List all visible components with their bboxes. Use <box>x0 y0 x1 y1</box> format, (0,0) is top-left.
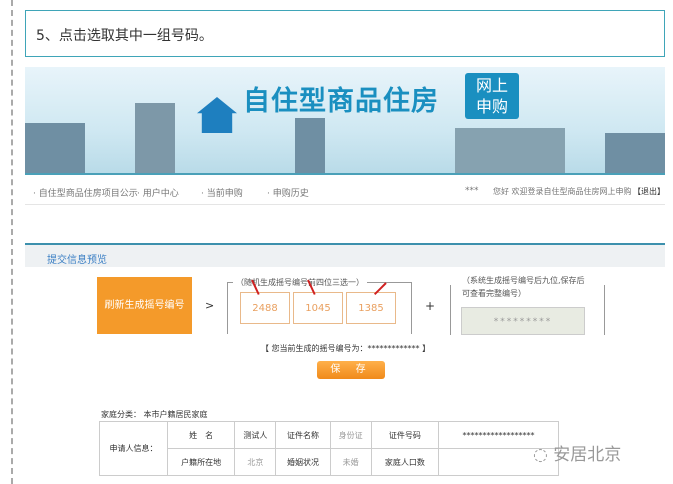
applicant-table: 申请人信息： 姓 名 测试人 证件名称 身份证 证件号码 ***********… <box>99 421 559 476</box>
nav-item-projects[interactable]: · 自住型商品住房项目公示 <box>33 186 138 199</box>
table-row: 户籍所在地 北京 婚姻状况 未婚 家庭人口数 <box>100 448 559 476</box>
nav-bar: · 自住型商品住房项目公示 · 用户中心 · 当前申购 · 申购历史 *** 您… <box>25 177 665 205</box>
nav-item-history[interactable]: · 申购历史 <box>267 186 309 199</box>
nav-item-user-center[interactable]: · 用户中心 <box>137 186 179 199</box>
section-title: 提交信息预览 <box>25 245 665 267</box>
screenshot-panel: 自住型商品住房 网上 申购 · 自住型商品住房项目公示 · 用户中心 · 当前申购… <box>25 67 665 484</box>
table-row: 申请人信息： 姓 名 测试人 证件名称 身份证 证件号码 ***********… <box>99 421 559 476</box>
number-option[interactable]: 1385 <box>346 292 396 324</box>
banner-title: 自住型商品住房 <box>243 86 439 117</box>
banner: 自住型商品住房 网上 申购 <box>25 67 665 175</box>
generate-number-button[interactable]: 刷新生成摇号编号 <box>97 277 192 334</box>
welcome-text: 您好 欢迎登录自住型商品住房网上申购 <box>493 187 632 196</box>
dashed-divider <box>11 0 13 484</box>
family-type: 家庭分类： 本市户籍居民家庭 <box>101 410 208 419</box>
nav-item-current[interactable]: · 当前申购 <box>201 186 243 199</box>
system-number-field: ********* <box>461 307 585 335</box>
save-button[interactable]: 保 存 <box>317 361 385 379</box>
system-number-label: （系统生成摇号编号后九位,保存后可查看完整编号） <box>462 274 592 300</box>
step-caption: 5、点击选取其中一组号码。 <box>25 10 665 57</box>
arrow-symbol: > <box>205 299 215 312</box>
number-option[interactable]: 1045 <box>293 292 343 324</box>
watermark: ◌ 安居北京 <box>533 445 622 465</box>
plus-symbol: + <box>425 299 436 313</box>
logout-link[interactable]: 【退出】 <box>633 186 665 197</box>
current-number-text: 【 您当前生成的摇号编号为：************* 】 <box>261 344 431 353</box>
user-name: *** <box>465 186 479 196</box>
number-option[interactable]: 2488 <box>240 292 290 324</box>
house-logo-icon <box>197 97 237 133</box>
banner-tag: 网上 申购 <box>465 73 519 119</box>
wechat-icon: ◌ <box>533 445 554 465</box>
